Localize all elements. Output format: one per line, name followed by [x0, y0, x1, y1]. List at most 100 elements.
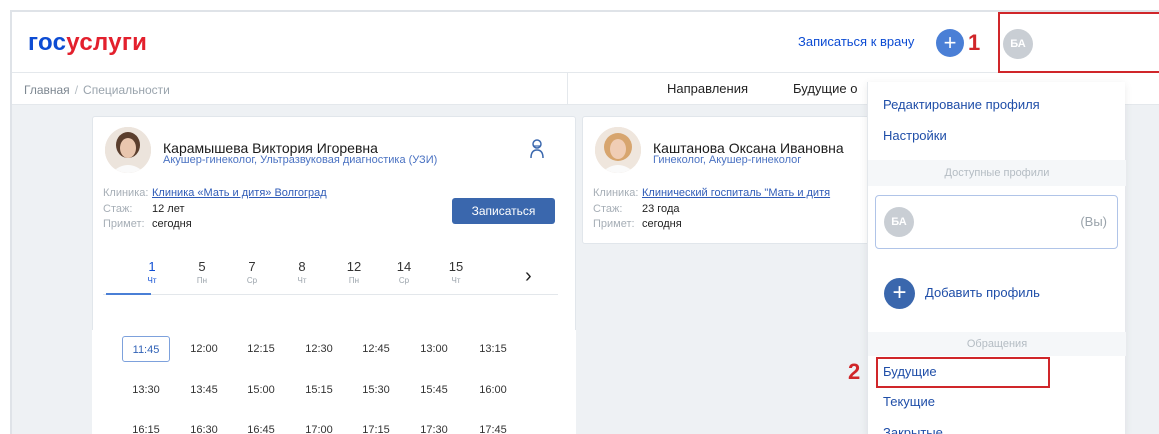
- time-slot[interactable]: 17:00: [295, 417, 343, 434]
- time-slot[interactable]: 17:45: [469, 417, 517, 434]
- day-item[interactable]: 5 Пн: [187, 259, 217, 285]
- clinic-row: Клиника: Клинический госпиталь "Мать и ди…: [593, 187, 830, 199]
- accepts-value: сегодня: [152, 218, 192, 230]
- time-slot[interactable]: 12:15: [237, 336, 285, 362]
- experience-row: Стаж: 23 года: [593, 203, 679, 215]
- annotation-1: 1: [968, 30, 981, 55]
- day-number: 7: [248, 259, 256, 274]
- clinic-link[interactable]: Клинический госпиталь "Мать и дитя: [642, 187, 830, 199]
- time-slot[interactable]: 17:15: [352, 417, 400, 434]
- day-picker: 1 Чт 5 Пн 7 Ср 8 Чт 12 Пн 14 Ср 15 Чт ›: [103, 257, 558, 299]
- day-number: 12: [346, 259, 362, 274]
- menu-item-closed[interactable]: Закрытые: [883, 425, 943, 434]
- day-weekday: Пн: [348, 276, 360, 285]
- doctor-photo: [105, 127, 151, 173]
- day-number: 5: [198, 259, 206, 274]
- header: госуслуги Записаться к врачу + 1 БА: [12, 12, 1159, 72]
- accepts-row: Примет: сегодня: [103, 218, 192, 230]
- annotation-box-future: [876, 357, 1050, 388]
- appeals-header: Обращения: [868, 332, 1126, 356]
- day-item[interactable]: 7 Ср: [237, 259, 267, 285]
- time-slot[interactable]: 13:30: [122, 377, 170, 403]
- menu-item-add-profile[interactable]: Добавить профиль: [925, 285, 1040, 300]
- day-weekday: Чт: [147, 276, 157, 285]
- time-slot[interactable]: 13:00: [410, 336, 458, 362]
- book-button[interactable]: Записаться: [452, 198, 555, 224]
- time-slot[interactable]: 13:45: [180, 377, 228, 403]
- experience-value: 12 лет: [152, 203, 185, 215]
- logo-part-2: услуги: [66, 29, 148, 56]
- profile-you-label: (Вы): [1080, 214, 1107, 229]
- doctor-specialty: Акушер-гинеколог, Ультразвуковая диагнос…: [163, 154, 438, 166]
- clinic-link[interactable]: Клиника «Мать и дитя» Волгоград: [152, 187, 327, 199]
- accepts-value: сегодня: [642, 218, 682, 230]
- add-profile-plus-icon[interactable]: +: [884, 278, 915, 309]
- time-slot[interactable]: 12:30: [295, 336, 343, 362]
- menu-item-edit-profile[interactable]: Редактирование профиля: [883, 97, 1040, 112]
- day-item[interactable]: 15 Чт: [441, 259, 471, 285]
- accepts-label: Примет:: [593, 218, 635, 230]
- time-slot[interactable]: 15:30: [352, 377, 400, 403]
- day-selected-underline: [106, 293, 151, 295]
- doctor-photo: [595, 127, 641, 173]
- time-slots: 11:45 12:00 12:15 12:30 12:45 13:00 13:1…: [92, 330, 576, 434]
- divider: [567, 72, 568, 105]
- doctor-specialty: Гинеколог, Акушер-гинеколог: [653, 154, 802, 166]
- time-slot[interactable]: 15:15: [295, 377, 343, 403]
- chevron-right-icon[interactable]: ›: [525, 265, 532, 288]
- time-slot[interactable]: 11:45: [122, 336, 170, 362]
- time-slot[interactable]: 12:00: [180, 336, 228, 362]
- day-weekday: Ср: [246, 276, 258, 285]
- day-item[interactable]: 14 Ср: [389, 259, 419, 285]
- day-weekday: Чт: [297, 276, 307, 285]
- experience-label: Стаж:: [103, 203, 133, 215]
- breadcrumb-separator: /: [74, 83, 79, 97]
- day-weekday: Ср: [398, 276, 410, 285]
- logo-part-1: гос: [28, 29, 67, 56]
- time-slot[interactable]: 13:15: [469, 336, 517, 362]
- day-number: 15: [448, 259, 464, 274]
- accepts-label: Примет:: [103, 218, 145, 230]
- accepts-row: Примет: сегодня: [593, 218, 682, 230]
- time-slot[interactable]: 15:00: [237, 377, 285, 403]
- day-item[interactable]: 12 Пн: [339, 259, 369, 285]
- day-item[interactable]: 1 Чт: [137, 259, 167, 285]
- experience-label: Стаж:: [593, 203, 623, 215]
- time-slot[interactable]: 16:15: [122, 417, 170, 434]
- browser-frame: госуслуги Записаться к врачу + 1 БА Глав…: [10, 10, 1159, 434]
- time-slot[interactable]: 15:45: [410, 377, 458, 403]
- annotation-box-avatar: [998, 12, 1159, 73]
- plus-icon[interactable]: +: [936, 29, 964, 57]
- day-number: 14: [396, 259, 412, 274]
- clinic-row: Клиника: Клиника «Мать и дитя» Волгоград: [103, 187, 327, 199]
- tab-directions[interactable]: Направления: [667, 81, 748, 96]
- day-weekday: Пн: [196, 276, 208, 285]
- day-weekday: Чт: [451, 276, 461, 285]
- breadcrumb-home[interactable]: Главная: [24, 83, 70, 97]
- day-number: 1: [148, 259, 156, 274]
- time-slot[interactable]: 17:30: [410, 417, 458, 434]
- day-number: 8: [298, 259, 306, 274]
- gosuslugi-logo[interactable]: госуслуги: [28, 29, 147, 57]
- menu-item-settings[interactable]: Настройки: [883, 128, 947, 143]
- available-profiles-header: Доступные профили: [868, 160, 1126, 186]
- time-slot[interactable]: 12:45: [352, 336, 400, 362]
- profile-option[interactable]: БА (Вы): [875, 195, 1118, 249]
- profile-avatar: БА: [884, 207, 914, 237]
- day-underline: [103, 294, 558, 295]
- experience-value: 23 года: [642, 203, 680, 215]
- annotation-2: 2: [848, 359, 861, 384]
- breadcrumb: Главная / Специальности: [24, 83, 170, 97]
- clinic-label: Клиника:: [103, 187, 149, 199]
- menu-item-current[interactable]: Текущие: [883, 394, 935, 409]
- breadcrumb-current: Специальности: [83, 83, 170, 97]
- experience-row: Стаж: 12 лет: [103, 203, 185, 215]
- doctor-card: Каштанова Оксана Ивановна Гинеколог, Аку…: [582, 116, 872, 244]
- time-slot[interactable]: 16:00: [469, 377, 517, 403]
- time-slot[interactable]: 16:45: [237, 417, 285, 434]
- person-icon[interactable]: [529, 138, 545, 160]
- day-item[interactable]: 8 Чт: [287, 259, 317, 285]
- time-slot[interactable]: 16:30: [180, 417, 228, 434]
- tab-future[interactable]: Будущие о: [793, 81, 857, 96]
- book-doctor-link[interactable]: Записаться к врачу: [798, 34, 914, 49]
